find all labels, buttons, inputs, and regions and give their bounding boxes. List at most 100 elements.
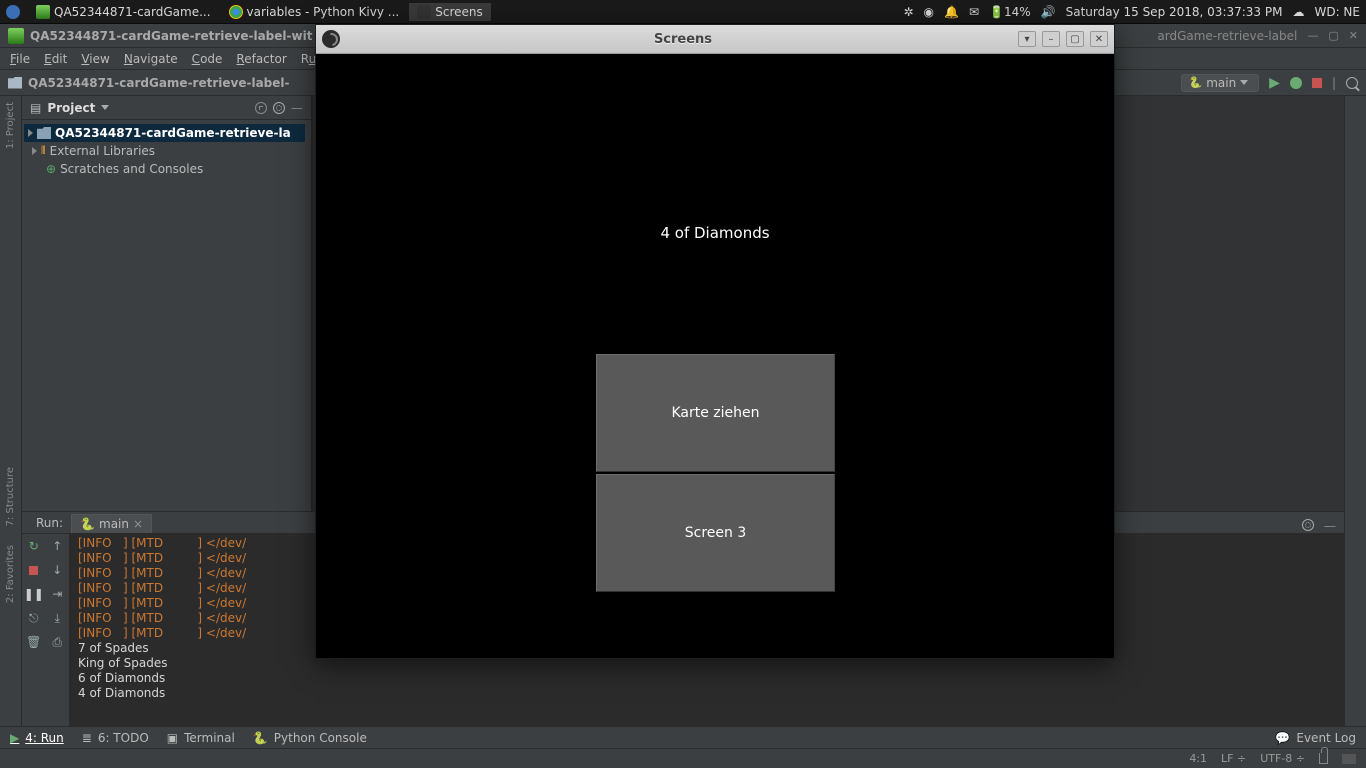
run-config-name: main <box>1206 76 1236 90</box>
rerun-button[interactable]: ↻ <box>22 534 46 558</box>
chevron-down-icon <box>1240 80 1248 85</box>
taskbar-item-kivy[interactable]: Screens <box>409 3 491 21</box>
taskbar-item-chrome[interactable]: variables - Python Kivy ... <box>221 3 408 21</box>
debug-button[interactable] <box>1290 77 1302 89</box>
tree-label: External Libraries <box>50 144 155 158</box>
caret-position[interactable]: 4:1 <box>1189 752 1207 765</box>
down-button[interactable]: ↓ <box>46 558 70 582</box>
run-config-selector[interactable]: 🐍 main <box>1181 74 1259 92</box>
run-button[interactable]: ▶ <box>1269 75 1280 91</box>
scroll-to-end-button[interactable]: ⤓ <box>46 606 70 630</box>
line-ending[interactable]: LF ÷ <box>1221 752 1246 765</box>
readonly-lock-icon[interactable] <box>1319 753 1328 764</box>
workspace-indicator[interactable]: WD: NE <box>1314 5 1360 19</box>
menu-code[interactable]: Code <box>192 52 223 66</box>
stop-button[interactable] <box>22 558 46 582</box>
pause-button[interactable]: ❚❚ <box>22 582 46 606</box>
run-tab[interactable]: 🐍 main × <box>71 514 152 533</box>
close-button[interactable]: ✕ <box>1349 29 1358 42</box>
menu-run[interactable]: Ru <box>301 52 316 66</box>
chrome-icon <box>229 5 243 19</box>
toolstrip-terminal[interactable]: ▣Terminal <box>167 731 235 745</box>
terminal-icon: ▣ <box>167 731 178 745</box>
battery-percent: 14% <box>1004 5 1031 19</box>
hide-button[interactable]: — <box>1324 519 1336 533</box>
wifi-icon[interactable]: ◉ <box>924 5 934 19</box>
todo-icon: ≣ <box>82 731 92 745</box>
tree-external-libraries[interactable]: ⫴ External Libraries <box>28 142 305 160</box>
toolstrip-python-console[interactable]: 🐍Python Console <box>253 731 367 745</box>
run-tab-label: main <box>99 517 129 531</box>
taskbar-item-pycharm[interactable]: QA52344871-cardGame... <box>28 3 219 21</box>
kivy-window-title: Screens <box>348 32 1018 47</box>
breadcrumb[interactable]: QA52344871-cardGame-retrieve-label- <box>28 76 290 90</box>
tree-root[interactable]: QA52344871-cardGame-retrieve-la <box>24 124 305 142</box>
project-title[interactable]: Project <box>47 101 95 115</box>
screen3-button[interactable]: Screen 3 <box>596 474 835 592</box>
gear-icon[interactable] <box>1302 519 1314 531</box>
mail-icon[interactable]: ✉ <box>969 5 979 19</box>
minimize-button[interactable]: — <box>1307 29 1318 42</box>
left-gutter: 1: Project 7: Structure 2: Favorites <box>0 96 22 726</box>
menu-edit[interactable]: Edit <box>44 52 67 66</box>
run-label: Run: <box>28 513 71 533</box>
project-tree[interactable]: QA52344871-cardGame-retrieve-la ⫴ Externa… <box>22 120 311 182</box>
exit-button[interactable]: ⎋ <box>22 606 46 630</box>
close-button[interactable]: ✕ <box>1090 31 1108 47</box>
battery-indicator[interactable]: 🔋14% <box>989 5 1031 19</box>
project-toolwindow: ▤ Project — QA52344871-cardGame-retrieve… <box>22 96 312 511</box>
close-icon[interactable]: × <box>133 517 143 531</box>
locate-button[interactable] <box>255 102 267 114</box>
delete-button[interactable]: 🗑 <box>22 630 46 654</box>
toolstrip-run[interactable]: ▶4: Run <box>10 731 64 745</box>
library-icon: ⫴ <box>41 144 46 158</box>
stop-button[interactable] <box>1312 78 1322 88</box>
toolwindow-project-tab[interactable]: 1: Project <box>5 102 16 149</box>
desktop-top-panel: QA52344871-cardGame... variables - Pytho… <box>0 0 1366 24</box>
python-icon: 🐍 <box>253 731 268 745</box>
taskbar-item-label: Screens <box>435 5 483 19</box>
keep-above-button[interactable]: ▾ <box>1018 31 1036 47</box>
file-encoding[interactable]: UTF-8 ÷ <box>1260 752 1305 765</box>
volume-icon[interactable]: 🔊 <box>1041 5 1056 19</box>
tree-scratches[interactable]: ⊕ Scratches and Consoles <box>28 160 305 178</box>
bell-icon[interactable]: 🔔 <box>944 5 959 19</box>
search-everywhere-button[interactable] <box>1346 77 1358 89</box>
toolstrip-event-log[interactable]: Event Log <box>1296 731 1356 745</box>
minimize-button[interactable]: – <box>1042 31 1060 47</box>
draw-card-button[interactable]: Karte ziehen <box>596 354 835 472</box>
kivy-window: Screens ▾ – ▢ ✕ 4 of Diamonds Karte zieh… <box>315 24 1115 659</box>
menu-view[interactable]: View <box>81 52 109 66</box>
tree-label: Scratches and Consoles <box>60 162 203 176</box>
weather-icon[interactable]: ☁ <box>1292 5 1304 19</box>
event-log-icon: 💬 <box>1275 731 1290 745</box>
maximize-button[interactable]: ▢ <box>1066 31 1084 47</box>
maximize-button[interactable]: ▢ <box>1328 29 1338 42</box>
bluetooth-icon[interactable]: ✲ <box>903 5 913 19</box>
scratch-icon: ⊕ <box>46 162 56 176</box>
kivy-titlebar[interactable]: Screens ▾ – ▢ ✕ <box>316 25 1114 54</box>
menu-navigate[interactable]: Navigate <box>124 52 178 66</box>
toolstrip-todo[interactable]: ≣6: TODO <box>82 731 149 745</box>
clock[interactable]: Saturday 15 Sep 2018, 03:37:33 PM <box>1066 5 1283 19</box>
toolwindow-structure-tab[interactable]: 7: Structure <box>5 467 16 526</box>
menu-file[interactable]: FFileile <box>10 52 30 66</box>
gear-icon[interactable] <box>273 102 285 114</box>
chevron-down-icon[interactable] <box>101 105 109 110</box>
card-label: 4 of Diamonds <box>316 224 1114 242</box>
soft-wrap-button[interactable]: ⇥ <box>46 582 70 606</box>
folder-icon <box>37 127 51 139</box>
hide-button[interactable]: — <box>291 101 303 115</box>
print-button[interactable]: ⎙ <box>46 630 70 654</box>
python-icon: 🐍 <box>80 517 95 531</box>
folder-icon <box>8 77 22 89</box>
bottom-toolstrip: ▶4: Run ≣6: TODO ▣Terminal 🐍Python Conso… <box>0 726 1366 748</box>
toolbar-separator: | <box>1332 76 1336 90</box>
python-icon: 🐍 <box>1188 76 1202 89</box>
inspection-indicator[interactable] <box>1342 754 1356 764</box>
toolwindow-favorites-tab[interactable]: 2: Favorites <box>5 545 16 603</box>
menu-refactor[interactable]: Refactor <box>236 52 286 66</box>
up-button[interactable]: ↑ <box>46 534 70 558</box>
app-menu-icon[interactable] <box>6 5 20 19</box>
pycharm-app-icon <box>8 28 24 44</box>
